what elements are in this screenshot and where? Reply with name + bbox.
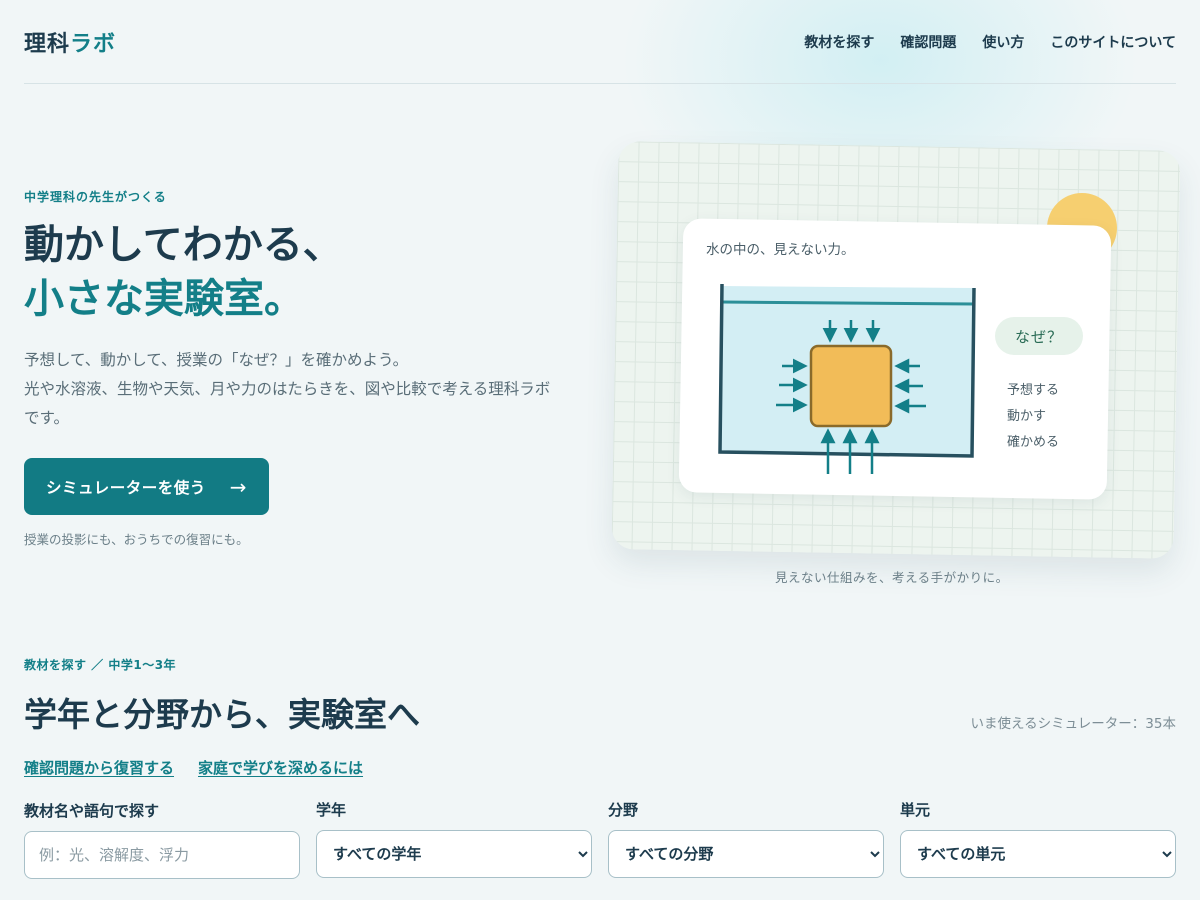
section-links: 確認問題から復習する 家庭で学びを深めるには xyxy=(24,757,363,778)
simulator-count: いま使えるシミュレーター：35本 xyxy=(970,716,1176,732)
search-eyebrow: 教材を探す ／ 中学1〜3年 xyxy=(24,658,177,672)
steps-list: 予想する 動かす 確かめる xyxy=(1007,378,1059,456)
grade-field: 学年 すべての学年 xyxy=(316,799,592,878)
buoyancy-diagram xyxy=(718,283,976,474)
hero-title-line1: 動かしてわかる、 xyxy=(24,221,343,268)
site-logo[interactable]: 理科ラボ xyxy=(24,26,116,58)
hero-description: 予想して、動かして、授業の「なぜ？」を確かめよう。 光や水溶液、生物や天気、月や… xyxy=(24,346,564,433)
search-section-title: 学年と分野から、実験室へ xyxy=(24,695,420,734)
grade-label: 学年 xyxy=(316,801,347,819)
water-surface-line xyxy=(721,300,975,306)
use-simulator-button[interactable]: シミュレーターを使う → xyxy=(24,458,269,515)
nav-find-materials[interactable]: 教材を探す xyxy=(804,32,874,52)
nav-about[interactable]: このサイトについて xyxy=(1050,32,1176,52)
grade-select[interactable]: すべての学年 xyxy=(316,830,592,878)
unit-field: 単元 すべての単元 xyxy=(900,799,1176,878)
use-simulator-label: シミュレーターを使う xyxy=(46,478,206,497)
cta-note: 授業の投影にも、おうちでの復習にも。 xyxy=(24,532,249,547)
submerged-block xyxy=(809,344,893,428)
nav-how-to-use[interactable]: 使い方 xyxy=(982,32,1024,52)
hero-description-line1: 予想して、動かして、授業の「なぜ？」を確かめよう。 xyxy=(24,351,409,369)
step-confirm: 確かめる xyxy=(1007,435,1060,450)
illustration-title: 水の中の、見えない力。 xyxy=(706,242,855,258)
arrow-right-icon: → xyxy=(229,474,247,499)
logo-main-text: 理科 xyxy=(24,30,71,57)
subject-label: 分野 xyxy=(608,801,639,819)
site-header: 理科ラボ 教材を探す 確認問題 使い方 このサイトについて xyxy=(24,0,1176,84)
hero-title: 動かしてわかる、 小さな実験室。 xyxy=(24,218,584,326)
nav-quiz[interactable]: 確認問題 xyxy=(900,32,956,52)
hero-eyebrow: 中学理科の先生がつくる xyxy=(24,190,167,204)
why-speech-bubble: なぜ？ xyxy=(995,317,1083,355)
keyword-search-input[interactable] xyxy=(24,831,300,879)
review-quiz-link[interactable]: 確認問題から復習する xyxy=(24,757,174,778)
illustration-caption: 見えない仕組みを、考える手がかりに。 xyxy=(775,570,1009,585)
main-nav: 教材を探す 確認問題 使い方 このサイトについて xyxy=(804,32,1176,52)
unit-label: 単元 xyxy=(900,801,931,819)
step-predict: 予想する xyxy=(1007,383,1060,398)
hero-description-line2: 光や水溶液、生物や天気、月や力のはたらきを、図や比較で考える理科ラボです。 xyxy=(24,380,551,427)
unit-select[interactable]: すべての単元 xyxy=(900,830,1176,878)
logo-accent-text: ラボ xyxy=(70,30,117,57)
home-learning-link[interactable]: 家庭で学びを深めるには xyxy=(198,757,363,778)
hero-title-line2: 小さな実験室。 xyxy=(24,275,304,322)
keyword-field: 教材名や語句で探す xyxy=(24,800,300,879)
subject-select[interactable]: すべての分野 xyxy=(608,830,884,878)
keyword-label: 教材名や語句で探す xyxy=(24,802,160,820)
subject-field: 分野 すべての分野 xyxy=(608,799,884,878)
step-move: 動かす xyxy=(1007,409,1047,424)
